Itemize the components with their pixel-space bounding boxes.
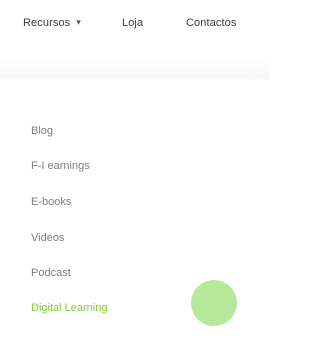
- nav-recursos-label: Recursos: [23, 17, 71, 29]
- nav-loja[interactable]: Loja: [122, 17, 143, 29]
- menu-item-videos[interactable]: Videos: [31, 232, 64, 244]
- cursor-highlight-circle: [191, 280, 237, 326]
- chevron-down-icon: ▾: [76, 17, 81, 27]
- menu-item-digital-learning[interactable]: Digital Learning: [31, 302, 107, 314]
- nav-recursos[interactable]: Recursos ▾: [23, 17, 81, 29]
- menu-item-f-i-earnings[interactable]: F-I earnings: [31, 160, 90, 172]
- menu-item-e-books[interactable]: E-books: [31, 196, 71, 208]
- nav-contactos[interactable]: Contactos: [186, 17, 236, 29]
- top-navigation: Recursos ▾ Loja Contactos: [0, 0, 269, 56]
- menu-item-blog[interactable]: Blog: [31, 125, 53, 137]
- menu-item-podcast[interactable]: Podcast: [31, 267, 71, 279]
